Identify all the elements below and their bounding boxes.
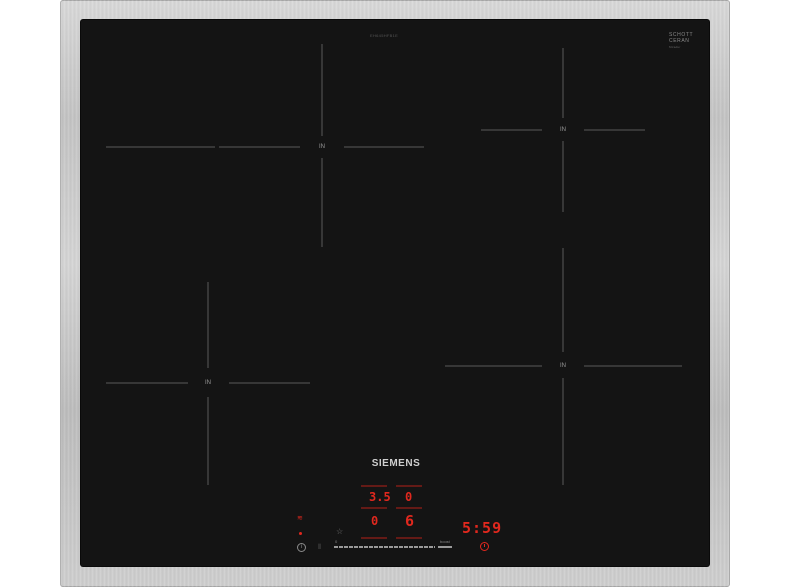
timer-icon[interactable] <box>480 542 489 551</box>
model-code: EH645HFB1E <box>370 33 399 38</box>
wifi-icon[interactable]: ≋ <box>297 514 303 522</box>
schott-ceran-logo: SCHOTT CERAN Miradur <box>669 32 693 50</box>
zone-markings <box>106 44 682 539</box>
miradur-label: Miradur <box>669 45 681 49</box>
zone-display-front-left[interactable]: 0 <box>371 514 378 528</box>
power-slider[interactable] <box>334 546 435 548</box>
zone-display-front-right[interactable]: 6 <box>405 512 414 530</box>
info-icon[interactable]: i <box>297 543 306 552</box>
zone-display-rear-right[interactable]: 0 <box>405 490 412 504</box>
status-dot <box>299 532 302 535</box>
slider-min-label: 0 <box>335 539 338 544</box>
zone-top-left-label: IN <box>319 144 325 150</box>
timer-display[interactable]: 5:59 <box>462 519 502 537</box>
slider-max-label: boost <box>440 539 450 544</box>
zone-bottom-right-label: IN <box>560 363 566 369</box>
boost-segment[interactable] <box>438 546 452 548</box>
brand-logo: SIEMENS <box>371 458 421 469</box>
child-lock-icon[interactable]: ⦀ <box>318 544 321 552</box>
zone-display-rear-left[interactable]: 3.5 <box>369 490 391 504</box>
favorite-icon[interactable]: ☆ <box>336 527 343 536</box>
zone-bottom-left-label: IN <box>205 380 211 386</box>
zone-top-right-label: IN <box>560 127 566 133</box>
